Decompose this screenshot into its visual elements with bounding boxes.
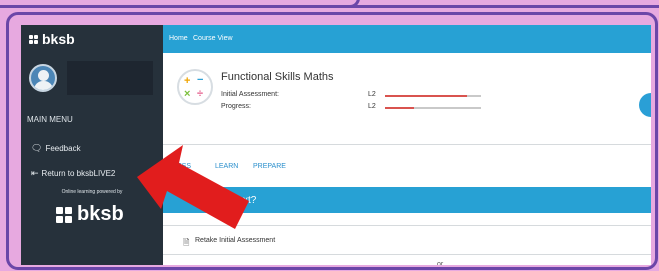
user-name-redacted (67, 61, 153, 95)
logo-dots-icon (29, 34, 38, 44)
top-bar: Home Course View (163, 25, 651, 53)
bottom-logo: bksb (56, 203, 124, 226)
sidebar-item-return[interactable]: ⇤ Return to bksbLIVE2 (31, 168, 115, 179)
return-arrow-icon: ⇤ (31, 168, 39, 178)
minus-symbol: − (197, 74, 204, 86)
breadcrumb-course-view[interactable]: Course View (193, 35, 233, 42)
avatar[interactable] (29, 64, 57, 92)
sidebar-item-label: Feedback (45, 144, 81, 153)
course-title: Functional Skills Maths (221, 71, 334, 83)
breadcrumb-home[interactable]: Home (169, 35, 188, 42)
multiply-symbol: × (184, 88, 191, 100)
logo-text: bksb (42, 31, 75, 47)
menu-title: MAIN MENU (27, 115, 73, 124)
screenshot-frame: bksb MAIN MENU 🗨 Feedback ⇤ Return to bk… (6, 12, 658, 270)
frame-tab-right (350, 0, 659, 8)
frame-tab-left (0, 0, 360, 8)
app-logo[interactable]: bksb (29, 31, 75, 47)
progress-label: Progress: (221, 103, 251, 110)
maths-symbols-icon: + − × ÷ (177, 69, 213, 105)
progress-bar (385, 107, 481, 109)
bottom-logo-text: bksb (77, 203, 124, 225)
or-separator: or (437, 261, 444, 265)
divide-symbol: ÷ (197, 88, 204, 100)
initial-assessment-bar (385, 95, 481, 97)
initial-assessment-level: L2 (368, 91, 376, 98)
sidebar-item-feedback[interactable]: 🗨 Feedback (31, 143, 81, 154)
course-action-button[interactable] (639, 93, 651, 117)
app-window: bksb MAIN MENU 🗨 Feedback ⇤ Return to bk… (21, 25, 651, 265)
red-pointer-arrow-icon (137, 145, 249, 229)
plus-symbol: + (184, 75, 191, 87)
logo-dots-icon (56, 206, 72, 223)
initial-assessment-label: Initial Assessment: (221, 91, 279, 98)
avatar-head (38, 70, 49, 81)
progress-level: L2 (368, 103, 376, 110)
avatar-body (34, 81, 53, 90)
course-card: + − × ÷ Functional Skills Maths Initial … (163, 53, 651, 145)
chat-search-icon: 🗨 (31, 143, 43, 153)
sidebar-item-label: Return to bksbLIVE2 (41, 169, 116, 178)
